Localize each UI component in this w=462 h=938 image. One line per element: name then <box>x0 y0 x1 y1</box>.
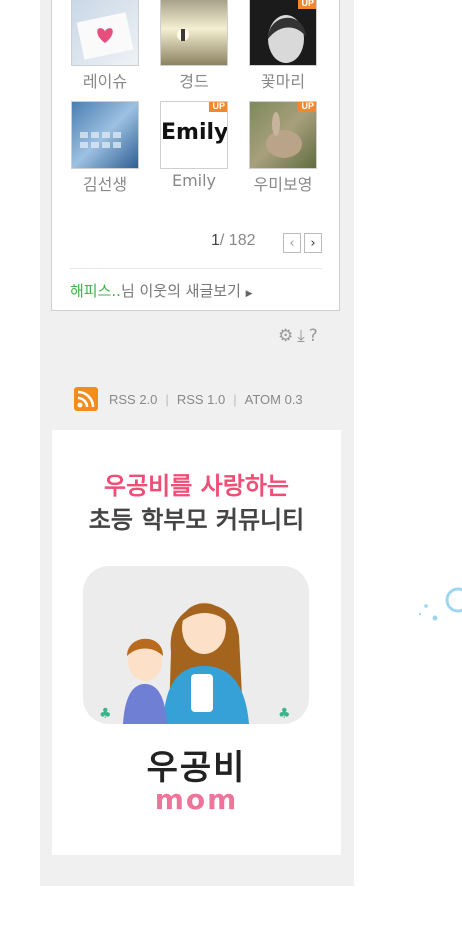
ad-subheadline: 초등 학부모 커뮤니티 <box>88 506 305 534</box>
user-nickname[interactable]: 해피스.. <box>70 282 121 300</box>
neighbor-item[interactable]: 레이슈 <box>70 0 140 92</box>
neighbor-thumbnail[interactable] <box>71 0 139 66</box>
neighbor-item[interactable]: UP 우미보영 <box>248 101 318 195</box>
keyboard-image <box>80 132 121 148</box>
chevron-left-icon: ‹ <box>289 236 295 251</box>
separator: | <box>165 391 169 407</box>
atom-link[interactable]: ATOM 0.3 <box>245 392 303 407</box>
sprout-icon: ♣ <box>99 706 112 722</box>
emily-logo-text: Emily <box>161 120 228 145</box>
neighbor-item[interactable]: UP 꽃마리 <box>248 0 318 92</box>
neighbor-thumbnail[interactable]: UP <box>249 101 317 169</box>
help-icon[interactable]: ? <box>309 326 322 346</box>
neighbor-name[interactable]: 우미보영 <box>248 171 318 195</box>
neighbor-name[interactable]: 꽃마리 <box>248 68 318 92</box>
rss1-link[interactable]: RSS 1.0 <box>177 392 225 407</box>
divider <box>70 268 322 269</box>
neighbor-name[interactable]: 경드 <box>159 68 229 92</box>
neighbor-thumbnail[interactable] <box>160 0 228 66</box>
rss2-link[interactable]: RSS 2.0 <box>109 392 157 407</box>
heart-card-image <box>76 12 134 60</box>
caret-right-icon: ▶ <box>245 289 253 299</box>
neighbor-name[interactable]: Emily <box>159 171 229 190</box>
download-icon[interactable]: ⤓ <box>297 326 309 346</box>
brand-logo-text: 우공비 <box>146 748 247 788</box>
sprout-icon: ♣ <box>278 706 291 722</box>
mother-child-illustration <box>83 566 309 724</box>
feed-links: RSS 2.0 | RSS 1.0 | ATOM 0.3 <box>74 387 303 411</box>
neighbor-name[interactable]: 김선생 <box>70 171 140 195</box>
neighbor-thumbnail[interactable]: Emily UP <box>160 101 228 169</box>
neighbor-thumbnail[interactable]: UP <box>249 0 317 66</box>
prev-page-button[interactable]: ‹ <box>283 233 301 253</box>
new-posts-link[interactable]: 해피스..님 이웃의 새글보기 ▶ <box>70 280 253 301</box>
widget-tools: ⚙⤓? <box>278 326 322 346</box>
total-pages: / 182 <box>219 232 256 249</box>
next-page-button[interactable]: › <box>304 233 322 253</box>
neighbor-name[interactable]: 레이슈 <box>70 68 140 92</box>
bubble-decoration <box>418 587 462 621</box>
neighbor-item[interactable]: 김선생 <box>70 101 140 195</box>
portrait-image <box>268 15 306 63</box>
pagination-status: 1/ 182 <box>211 232 256 250</box>
rss-icon[interactable] <box>74 387 98 411</box>
up-badge: UP <box>209 102 227 112</box>
new-posts-label[interactable]: 님 이웃의 새글보기 <box>121 282 241 300</box>
current-page: 1 <box>211 232 220 249</box>
neighbor-item[interactable]: 경드 <box>159 0 229 92</box>
up-badge: UP <box>298 102 316 112</box>
chevron-right-icon: › <box>310 236 316 251</box>
separator: | <box>233 391 237 407</box>
neighbor-thumbnail[interactable] <box>71 101 139 169</box>
jumping-person-image <box>177 29 189 41</box>
ad-headline: 우공비를 사랑하는 <box>104 472 289 500</box>
ad-banner[interactable]: 우공비를 사랑하는 초등 학부모 커뮤니티 ♣ ♣ 우공비 mom <box>52 430 341 855</box>
brand-logo-subtext: mom <box>154 783 239 816</box>
up-badge: UP <box>298 0 316 9</box>
gear-icon[interactable]: ⚙ <box>278 326 297 346</box>
neighbor-item[interactable]: Emily UP Emily <box>159 101 229 190</box>
